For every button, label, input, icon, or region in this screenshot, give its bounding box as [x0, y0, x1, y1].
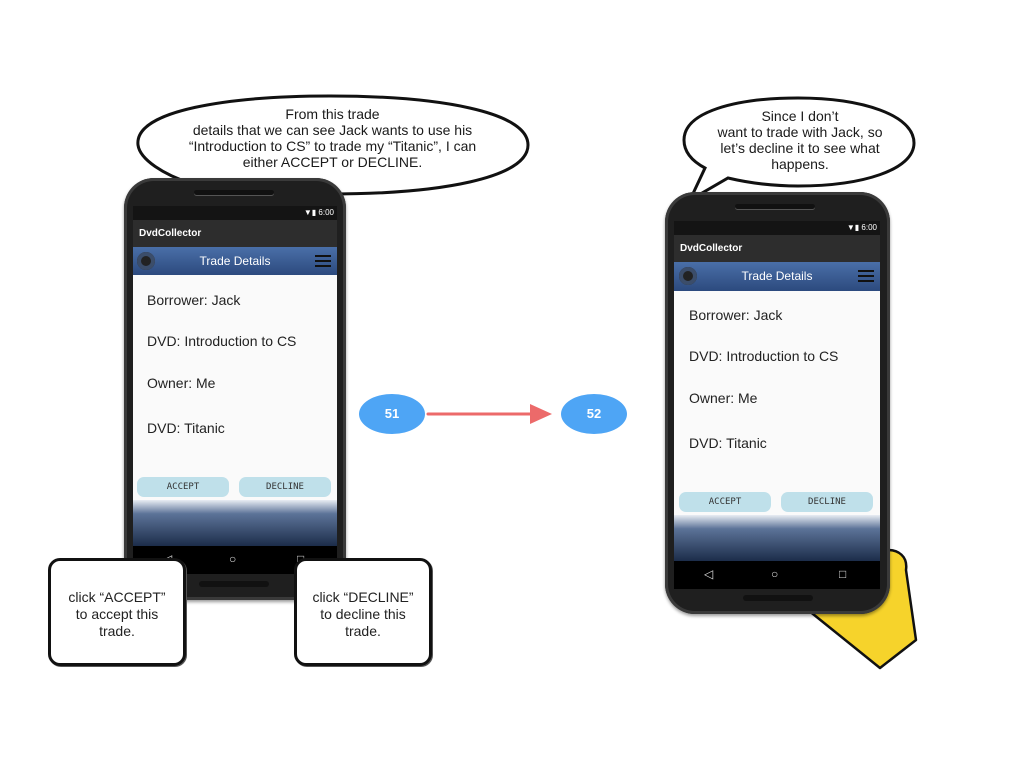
right-bubble-text: Since I don’t want to trade with Jack, s…: [695, 108, 905, 172]
bottom-speaker: [199, 581, 269, 587]
callout-line: trade.: [99, 623, 135, 639]
step-node-52: 52: [561, 394, 627, 434]
callout-line: click “DECLINE”: [312, 589, 414, 605]
decline-callout: click “DECLINE” to decline this trade.: [294, 558, 432, 666]
toolbar: Trade Details: [133, 247, 337, 275]
home-icon[interactable]: ○: [229, 552, 236, 566]
dvd-borrower-field: DVD: Introduction to CS: [689, 348, 839, 364]
bubble-line: let’s decline it to see what: [720, 140, 880, 156]
bubble-line: happens.: [771, 156, 829, 172]
bubble-line: “Introduction to CS” to trade my “Titani…: [188, 138, 477, 154]
right-phone-screen: ▼▮ 6:00 DvdCollector Trade Details Borro…: [674, 221, 880, 589]
status-icons: ▼▮: [846, 223, 860, 232]
owner-field: Owner: Me: [147, 375, 216, 391]
status-bar: ▼▮ 6:00: [133, 206, 337, 220]
app-name: DvdCollector: [680, 243, 743, 254]
menu-icon[interactable]: [858, 270, 874, 285]
back-icon[interactable]: ◁: [704, 567, 713, 581]
recent-apps-icon[interactable]: □: [839, 567, 846, 581]
earpiece: [735, 204, 815, 209]
callout-line: click “ACCEPT”: [68, 589, 166, 605]
bubble-line: want to trade with Jack, so: [717, 124, 883, 140]
left-phone: ▼▮ 6:00 DvdCollector Trade Details Borro…: [124, 178, 346, 600]
earpiece: [194, 190, 274, 195]
status-time: 6:00: [318, 208, 334, 217]
decline-button[interactable]: DECLINE: [239, 477, 331, 497]
borrower-field: Borrower: Jack: [147, 292, 241, 308]
callout-line: trade.: [345, 623, 381, 639]
menu-icon[interactable]: [315, 255, 331, 270]
owner-field: Owner: Me: [689, 390, 758, 406]
decline-button[interactable]: DECLINE: [781, 492, 873, 512]
dvd-owner-field: DVD: Titanic: [689, 435, 767, 451]
toolbar: Trade Details: [674, 262, 880, 291]
app-name: DvdCollector: [139, 228, 202, 239]
left-phone-screen: ▼▮ 6:00 DvdCollector Trade Details Borro…: [133, 206, 337, 574]
accept-button[interactable]: ACCEPT: [137, 477, 229, 497]
step-node-51: 51: [359, 394, 425, 434]
status-time: 6:00: [861, 223, 877, 232]
status-icons: ▼▮: [303, 208, 317, 217]
screen-title: Trade Details: [741, 269, 813, 283]
footer-gradient: [674, 515, 880, 561]
accept-callout: click “ACCEPT” to accept this trade.: [48, 558, 186, 666]
borrower-field: Borrower: Jack: [689, 307, 783, 323]
app-name-bar: DvdCollector: [133, 220, 337, 247]
bubble-line: From this trade: [285, 106, 380, 122]
home-icon[interactable]: ○: [771, 567, 778, 581]
bottom-speaker: [743, 595, 813, 601]
screen-title: Trade Details: [199, 254, 271, 268]
bubble-line: either ACCEPT or DECLINE.: [242, 154, 423, 170]
flow-arrow: [426, 404, 552, 424]
callout-line: to accept this: [75, 606, 159, 622]
accept-button[interactable]: ACCEPT: [679, 492, 771, 512]
right-phone: ▼▮ 6:00 DvdCollector Trade Details Borro…: [665, 192, 890, 614]
left-bubble-text: From this trade details that we can see …: [155, 106, 510, 170]
bubble-line: Since I don’t: [761, 108, 839, 124]
dvd-borrower-field: DVD: Introduction to CS: [147, 333, 297, 349]
status-bar: ▼▮ 6:00: [674, 221, 880, 235]
callout-line: to decline this: [320, 606, 406, 622]
nav-bar: ◁ ○ □: [674, 561, 880, 589]
footer-gradient: [133, 500, 337, 546]
bubble-line: details that we can see Jack wants to us…: [192, 122, 473, 138]
dvd-owner-field: DVD: Titanic: [147, 420, 225, 436]
app-name-bar: DvdCollector: [674, 235, 880, 262]
